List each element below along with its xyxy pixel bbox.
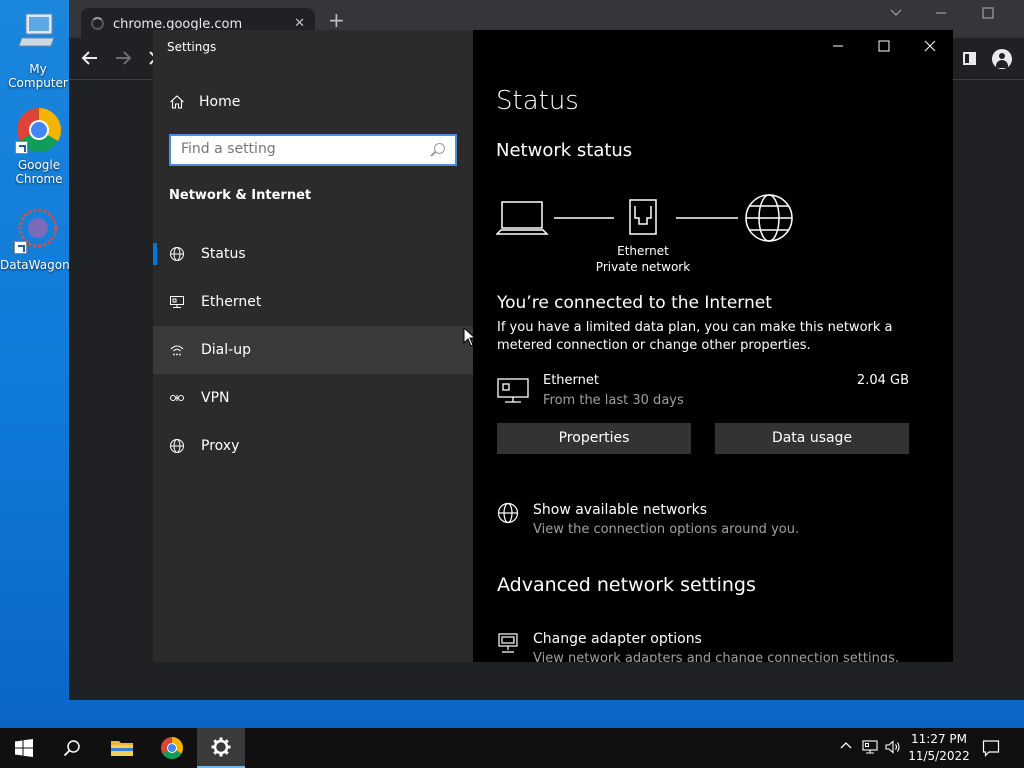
taskbar: 11:27 PM 11/5/2022 (0, 728, 1024, 768)
window-title: Settings (167, 40, 217, 54)
taskbar-clock[interactable]: 11:27 PM 11/5/2022 (903, 731, 975, 765)
maximize-icon[interactable] (981, 6, 995, 24)
back-icon[interactable] (81, 49, 99, 71)
desktop-icon-my-computer[interactable]: My Computer (0, 10, 76, 90)
folder-icon (111, 741, 133, 756)
settings-content-pane: Status Network status Ethernet Private n (473, 30, 953, 662)
loading-spinner-icon (91, 17, 104, 30)
search-input[interactable]: Find a setting (169, 134, 457, 166)
network-type: Private network (595, 260, 691, 274)
taskbar-chrome[interactable] (148, 728, 196, 768)
adapter-label: Ethernet Private network (593, 243, 693, 275)
nav-item-label: VPN (201, 390, 230, 406)
shortcut-arrow-icon (15, 141, 28, 154)
page-title: Status (496, 86, 579, 116)
adapter-monitor-icon (498, 633, 518, 653)
maximize-icon[interactable] (876, 38, 892, 56)
data-usage-button[interactable]: Data usage (715, 423, 909, 454)
nav-item-label: Dial-up (201, 342, 251, 358)
nav-item-label: Proxy (201, 438, 240, 454)
network-status-title: Network status (496, 140, 633, 161)
adapter-name: Ethernet (617, 244, 669, 258)
laptop-icon (496, 201, 549, 235)
search-placeholder: Find a setting (181, 141, 276, 157)
settings-nav-pane: Settings Home Find a setting Network & I… (153, 30, 473, 662)
chrome-logo-icon (15, 106, 63, 154)
vpn-icon (170, 395, 184, 401)
mouse-cursor-icon (463, 327, 476, 347)
globe-antenna-icon (497, 502, 519, 524)
change-adapter-subtitle: View network adapters and change connect… (533, 651, 899, 662)
nav-item-ethernet[interactable]: Ethernet (153, 278, 473, 326)
search-button[interactable] (48, 728, 96, 768)
nav-home[interactable]: Home (169, 94, 240, 110)
ethernet-adapter-icon (497, 378, 529, 403)
clock-date: 11/5/2022 (908, 749, 970, 763)
shortcut-arrow-icon (14, 241, 27, 254)
nav-item-vpn[interactable]: VPN (153, 374, 473, 422)
properties-button[interactable]: Properties (497, 423, 691, 454)
show-networks-title: Show available networks (533, 502, 708, 518)
nav-item-dial-up[interactable]: Dial-up (153, 326, 473, 374)
usage-period: From the last 30 days (543, 393, 684, 408)
desktop-icon-datawagon[interactable]: DataWagon... (0, 206, 81, 272)
nav-item-proxy[interactable]: Proxy (153, 422, 473, 470)
desktop-icon-label: Google Chrome (15, 158, 63, 186)
usage-adapter-name: Ethernet (543, 373, 599, 388)
minimize-icon[interactable] (830, 38, 846, 56)
advanced-settings-title: Advanced network settings (497, 574, 756, 596)
computer-icon (14, 10, 62, 58)
chrome-logo-icon (161, 737, 183, 759)
globe-icon (170, 247, 184, 261)
usage-amount: 2.04 GB (856, 373, 909, 388)
nav-section-title: Network & Internet (169, 188, 312, 203)
search-icon (434, 143, 445, 154)
globe-icon (170, 439, 184, 453)
tab-search-icon[interactable] (889, 6, 903, 24)
new-tab-icon[interactable]: + (328, 10, 345, 30)
ethernet-icon (170, 296, 184, 308)
side-panel-icon[interactable] (963, 52, 976, 65)
notifications-icon[interactable] (982, 739, 1000, 761)
connected-description: If you have a limited data plan, you can… (497, 320, 893, 353)
change-adapter-title: Change adapter options (533, 631, 702, 647)
desktop-icon-label: My Computer (8, 62, 68, 90)
start-button[interactable] (0, 728, 48, 768)
selected-indicator (153, 243, 157, 265)
show-hidden-icons[interactable] (840, 740, 852, 756)
internet-globe-icon (745, 194, 793, 242)
close-tab-icon[interactable]: ✕ (294, 16, 305, 31)
home-icon (170, 95, 184, 109)
connected-heading: You’re connected to the Internet (497, 293, 772, 313)
nav-item-label: Status (201, 246, 246, 262)
settings-window: Settings Home Find a setting Network & I… (153, 30, 953, 662)
forward-icon[interactable] (114, 49, 132, 71)
clock-time: 11:27 PM (911, 732, 967, 746)
search-icon (63, 740, 80, 757)
taskbar-file-explorer[interactable] (98, 728, 146, 768)
profile-icon[interactable] (992, 49, 1012, 69)
minimize-icon[interactable] (934, 6, 948, 24)
nav-item-label: Ethernet (201, 294, 262, 310)
gear-icon (211, 737, 231, 757)
dialup-icon (170, 345, 184, 356)
taskbar-settings[interactable] (197, 728, 245, 768)
show-networks-link[interactable]: Show available networks View the connect… (497, 502, 799, 537)
windows-logo-icon (15, 739, 33, 757)
desktop-icon-google-chrome[interactable]: Google Chrome (1, 106, 77, 186)
ethernet-port-icon (629, 199, 657, 235)
nav-home-label: Home (199, 94, 241, 110)
show-networks-subtitle: View the connection options around you. (533, 522, 800, 537)
datawagon-icon (14, 206, 62, 254)
nav-item-status[interactable]: Status (153, 230, 473, 278)
volume-icon[interactable] (885, 740, 901, 758)
change-adapter-options-link[interactable]: Change adapter options View network adap… (497, 631, 899, 662)
close-icon[interactable] (922, 38, 938, 56)
network-tray-icon[interactable] (862, 740, 880, 758)
